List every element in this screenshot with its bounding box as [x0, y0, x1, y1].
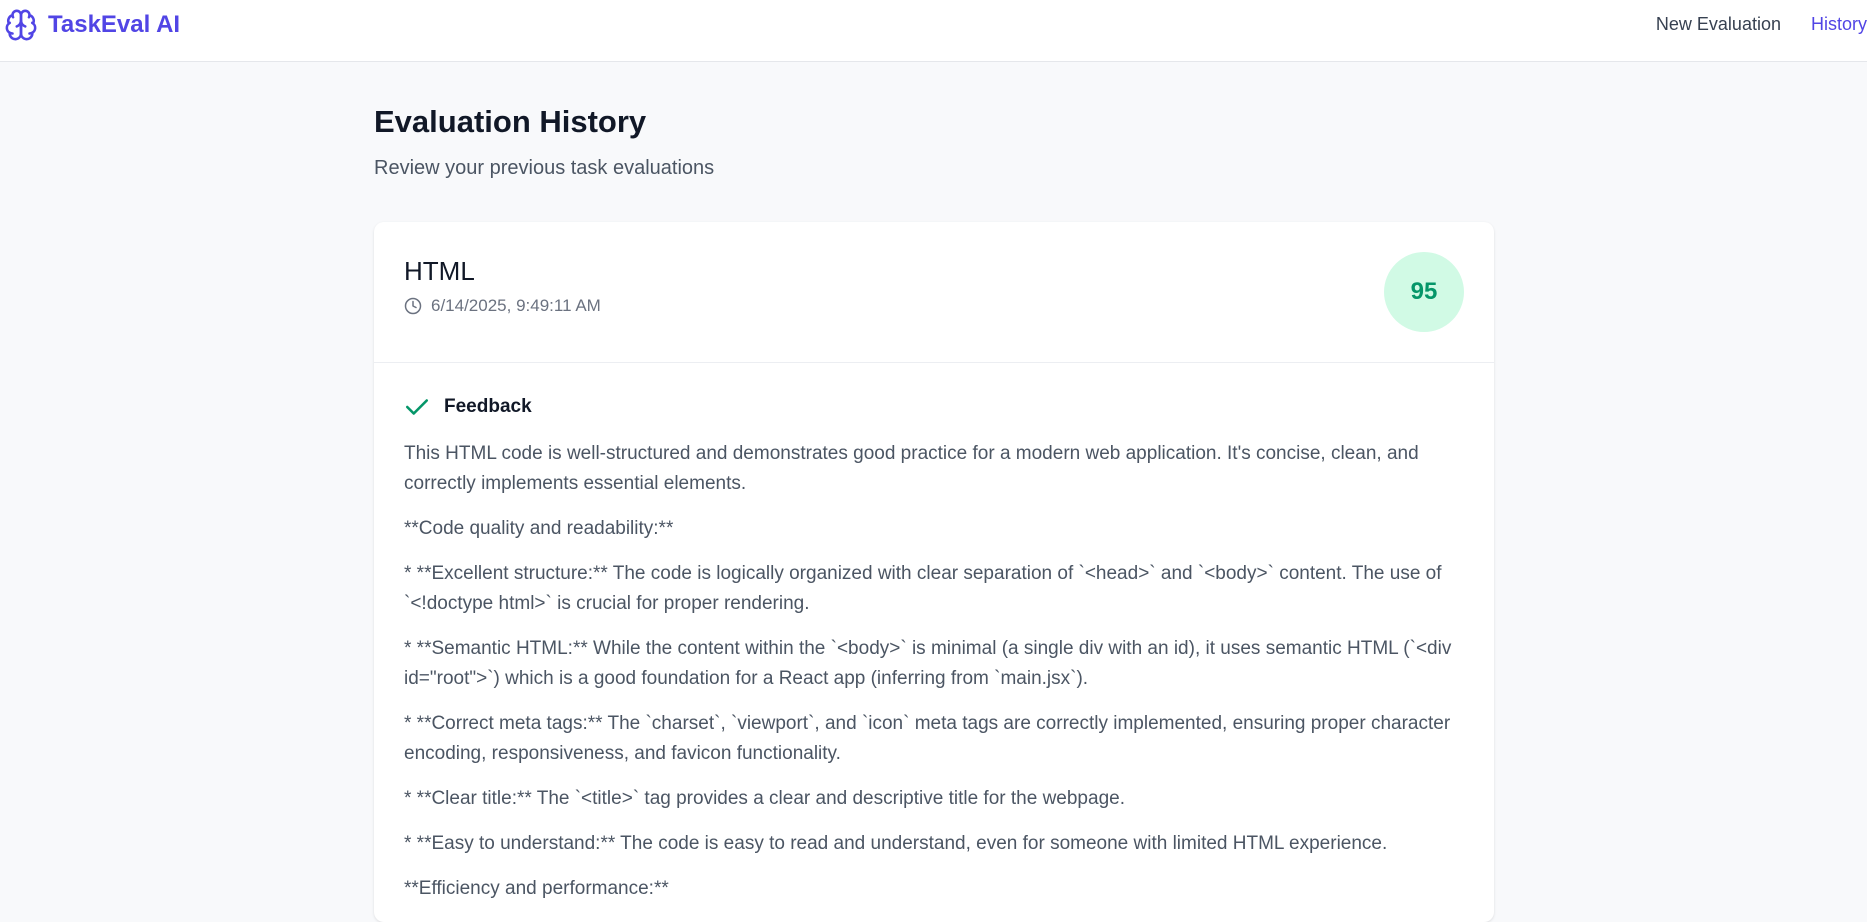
brain-icon: [4, 8, 38, 42]
feedback-heading: Feedback: [404, 394, 532, 420]
score-badge: 95: [1384, 252, 1464, 332]
brand-logo[interactable]: TaskEval AI: [4, 9, 180, 41]
evaluation-card-header: HTML 6/14/2025, 9:49:11 AM 95: [374, 222, 1494, 363]
feedback-heading-text: Feedback: [444, 396, 532, 417]
main-nav: New Evaluation History: [1656, 14, 1867, 35]
feedback-paragraph: **Code quality and readability:**: [404, 518, 674, 539]
brand-name: TaskEval AI: [48, 11, 181, 38]
page-title: Evaluation History: [374, 104, 647, 139]
feedback-paragraph: This HTML code is well-structured and de…: [404, 443, 1419, 494]
task-title: HTML: [404, 256, 475, 286]
feedback-paragraph: * **Easy to understand:** The code is ea…: [404, 833, 1388, 854]
feedback-paragraph: **Efficiency and performance:**: [404, 878, 669, 899]
feedback-paragraph: * **Correct meta tags:** The `charset`, …: [404, 713, 1451, 764]
clock-icon: [404, 297, 422, 315]
feedback-paragraph: * **Semantic HTML:** While the content w…: [404, 638, 1452, 689]
evaluation-card: HTML 6/14/2025, 9:49:11 AM 95 Feedback T…: [374, 222, 1494, 922]
feedback-paragraph: * **Clear title:** The `<title>` tag pro…: [404, 788, 1125, 809]
check-icon: [404, 394, 430, 420]
nav-new-evaluation[interactable]: New Evaluation: [1656, 14, 1781, 35]
nav-history[interactable]: History: [1811, 14, 1867, 35]
top-navbar: TaskEval AI New Evaluation History: [0, 0, 1867, 62]
page-subtitle: Review your previous task evaluations: [374, 157, 715, 179]
timestamp-text: 6/14/2025, 9:49:11 AM: [431, 296, 601, 315]
feedback-paragraph: * **Excellent structure:** The code is l…: [404, 563, 1442, 614]
feedback-body: This HTML code is well-structured and de…: [404, 439, 1464, 919]
evaluation-timestamp: 6/14/2025, 9:49:11 AM: [404, 296, 601, 316]
